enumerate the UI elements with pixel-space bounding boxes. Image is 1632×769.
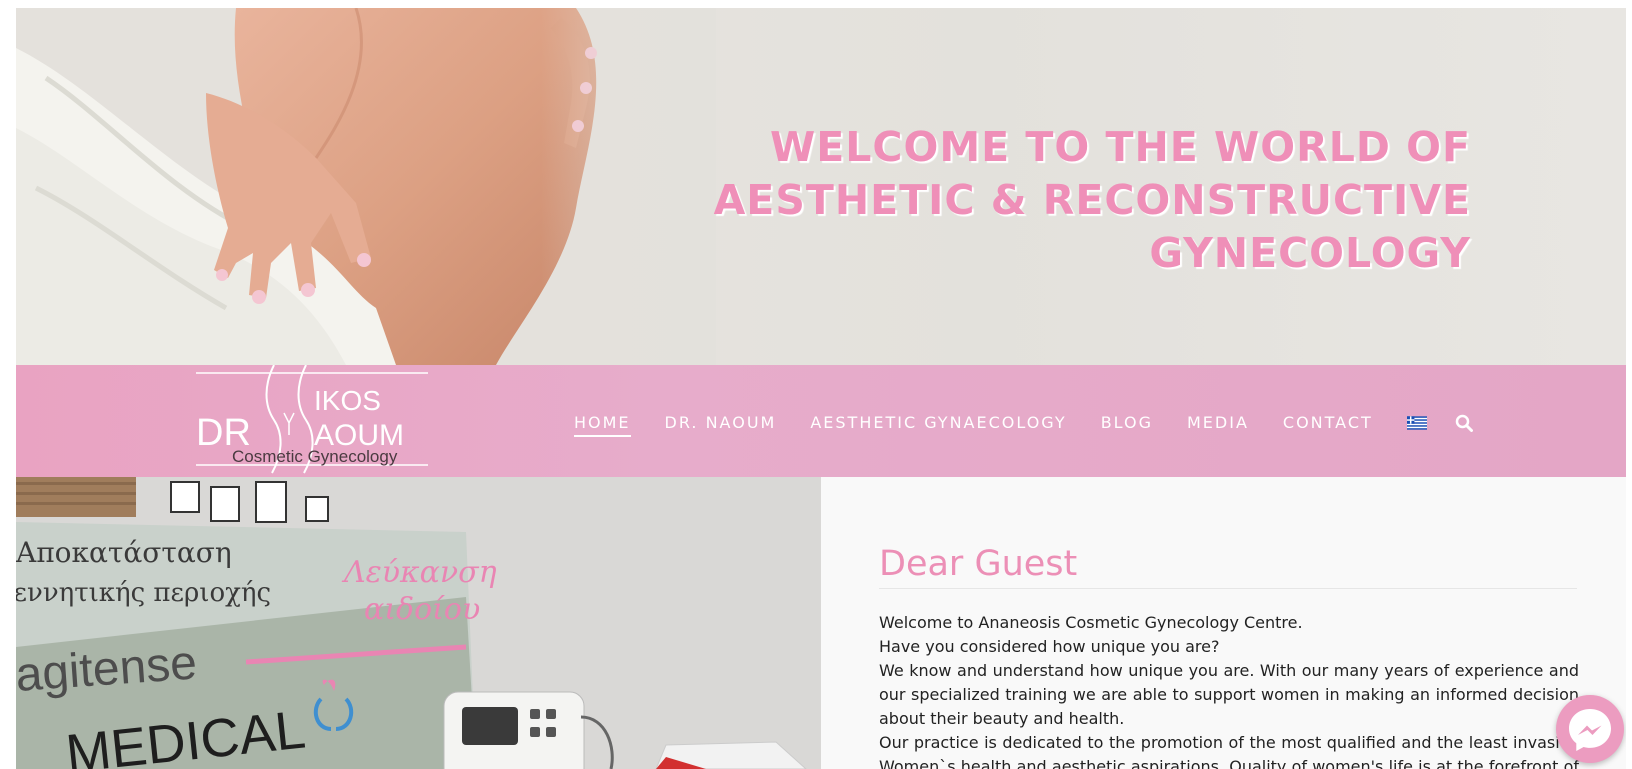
welcome-section: Dear Guest Welcome to Ananeosis Cosmetic… <box>821 477 1626 769</box>
welcome-text: Welcome to Ananeosis Cosmetic Gynecology… <box>879 611 1579 769</box>
search-icon[interactable] <box>1455 414 1473 432</box>
nav-item-contact[interactable]: CONTACT <box>1283 413 1373 432</box>
hero-title-line: AESTHETIC & RECONSTRUCTIVE <box>713 176 1471 225</box>
clinic-photo-image: Αποκατάσταση γεννητικής περιοχής Λεύκανσ… <box>16 477 821 769</box>
welcome-paragraph: We know and understand how unique you ar… <box>879 661 1579 728</box>
nav-item-blog[interactable]: BLOG <box>1101 413 1153 432</box>
nav-menu: HOME DR. NAOUM AESTHETIC GYNAECOLOGY BLO… <box>574 413 1473 437</box>
nav-item-media[interactable]: MEDIA <box>1187 413 1249 432</box>
clinic-photo: Αποκατάσταση γεννητικής περιοχής Λεύκανσ… <box>16 477 821 769</box>
sign-text-line1: Αποκατάσταση <box>16 536 232 569</box>
hero-image <box>16 8 716 365</box>
logo-text-ikos: IKOS <box>314 385 381 416</box>
sign-text-line2: γεννητικής περιοχής <box>16 578 271 608</box>
welcome-paragraph: Welcome to Ananeosis Cosmetic Gynecology… <box>879 613 1303 632</box>
page: WELCOME TO THE WORLD OF AESTHETIC & RECO… <box>16 8 1626 769</box>
nav-item-aesthetic-gynaecology[interactable]: AESTHETIC GYNAECOLOGY <box>810 413 1066 432</box>
hero-title: WELCOME TO THE WORLD OF AESTHETIC & RECO… <box>711 121 1471 280</box>
sign-script-line2: αιδοίου <box>364 592 480 627</box>
logo-subtitle: Cosmetic Gynecology <box>232 447 398 466</box>
site-logo[interactable]: DR IKOS AOUM Cosmetic Gynecology <box>196 365 441 477</box>
nav-item-dr-naoum[interactable]: DR. NAOUM <box>665 413 777 432</box>
nav-item-home[interactable]: HOME <box>574 413 631 437</box>
greek-flag-icon[interactable] <box>1406 415 1427 430</box>
sign-script-line1: Λεύκανση <box>341 555 497 590</box>
hero-title-line: WELCOME TO THE WORLD OF <box>770 123 1471 172</box>
welcome-paragraph: Our practice is dedicated to the promoti… <box>879 733 1579 769</box>
welcome-paragraph: Have you considered how unique you are? <box>879 637 1220 656</box>
hero-title-line: GYNECOLOGY <box>1149 229 1471 278</box>
hero-banner: WELCOME TO THE WORLD OF AESTHETIC & RECO… <box>16 8 1626 365</box>
messenger-chat-button[interactable] <box>1556 695 1624 763</box>
main-navbar: DR IKOS AOUM Cosmetic Gynecology HOME DR… <box>16 365 1626 477</box>
messenger-icon <box>1569 709 1611 751</box>
welcome-heading: Dear Guest <box>879 542 1577 589</box>
